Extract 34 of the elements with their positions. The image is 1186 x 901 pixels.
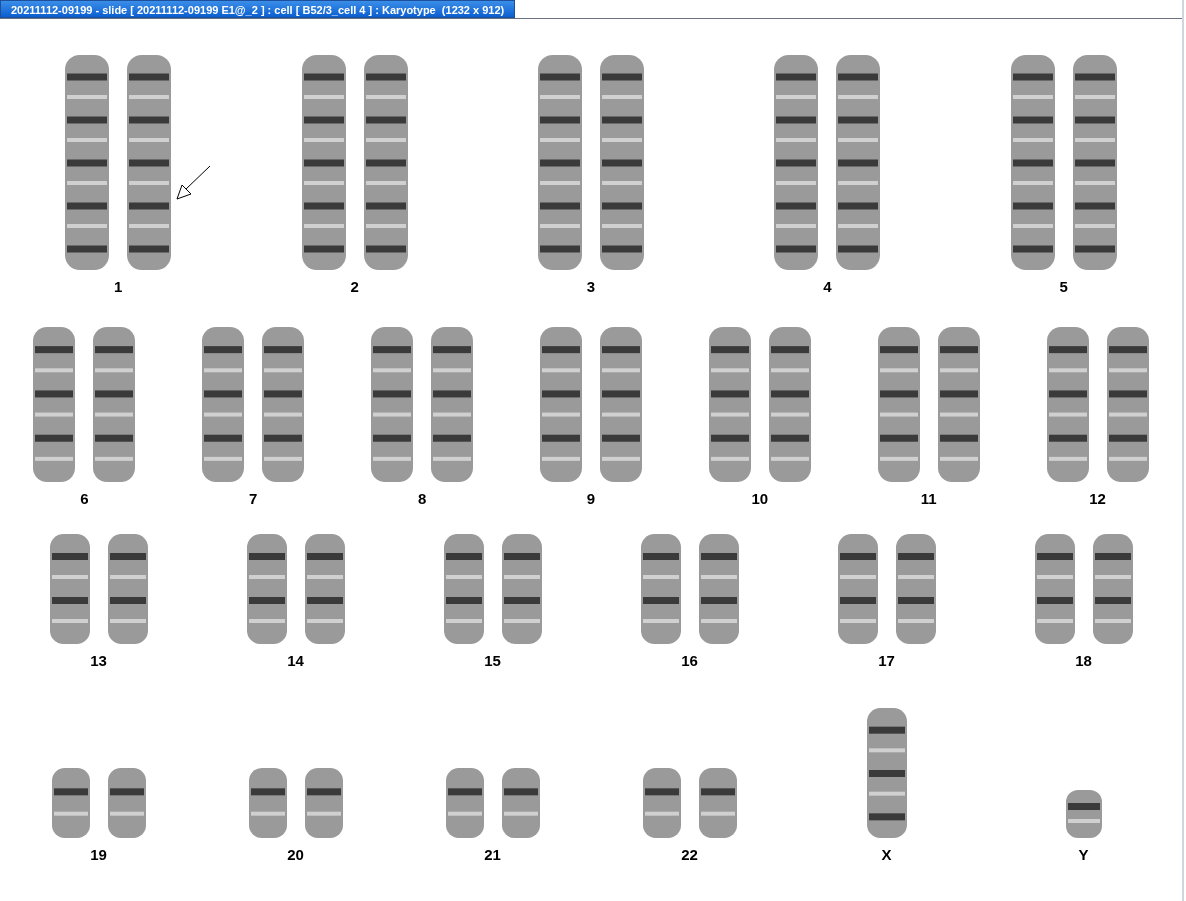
chromosome-drawing [248,768,287,838]
chromosome-number: 17 [878,652,895,670]
chromosome-drawing [642,768,681,838]
window-title-tab[interactable]: 20211112-09199 - slide [ 20211112-09199 E1@_2 ] : cell [ B52/3_cell 4 ] : Karyotype (1232 x 912) [0,0,516,18]
chromosome-number: 21 [484,846,501,864]
chromosome-number: 22 [681,846,698,864]
chromosome-number: 13 [90,652,107,670]
chromosome-number: 19 [90,846,107,864]
chromosome-number: 16 [681,652,698,670]
chromosome-number: X [881,846,892,864]
chromosome-drawing [1065,790,1102,838]
chromosome-drawing [698,768,737,838]
chromosome-number: 5 [1059,278,1068,296]
chromosome-number: 3 [586,278,596,296]
chromosome-drawing [445,768,484,838]
chromosome-number: 8 [417,490,427,508]
chromosome-number: 6 [80,490,89,508]
chromosome-number: 12 [1089,490,1106,508]
chromosome-drawing [51,768,90,838]
chromosome-number: 14 [287,652,304,670]
chromosome-number: 11 [920,490,937,508]
chromosome-number: 7 [249,490,258,508]
chromosome-number: 1 [114,278,123,296]
chromosome-drawing [501,768,540,838]
chromosome-number: 10 [751,490,769,508]
chromosome-number: 2 [350,278,359,296]
chromosome-number: 4 [823,278,832,296]
chromosome-number: 9 [586,490,596,508]
chromosome-drawing [107,768,146,838]
chromosome-drawing [304,768,343,838]
chromosome-number: 15 [484,652,501,670]
chromosome-number: Y [1078,846,1089,864]
chromosome-number: 20 [287,846,304,864]
chromosome-number: 18 [1075,652,1092,670]
